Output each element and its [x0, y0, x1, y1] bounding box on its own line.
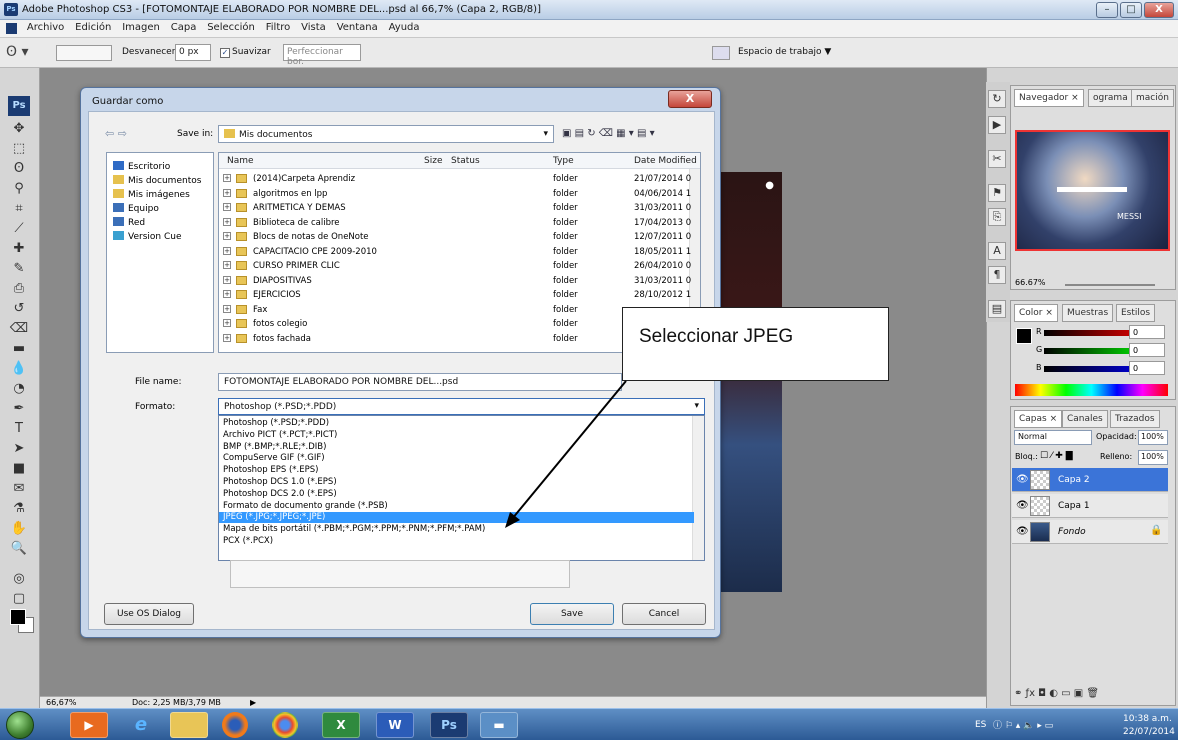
callout-arrow-layer	[505, 380, 627, 528]
image-viewer-icon[interactable]: ▬	[480, 712, 518, 738]
file-explorer-icon[interactable]	[170, 712, 208, 738]
word-icon[interactable]: W	[376, 712, 414, 738]
taskbar: ▶ e X W Ps ▬ ES ⓘ ⚐ ▴ 🔈 ▸ ▭ 10:38 a.m. 2…	[0, 708, 1178, 740]
firefox-icon[interactable]	[222, 712, 248, 738]
tray-icons[interactable]: ⓘ ⚐ ▴ 🔈 ▸ ▭	[993, 718, 1053, 731]
excel-icon[interactable]: X	[322, 712, 360, 738]
clock-date[interactable]: 22/07/2014	[1123, 727, 1175, 737]
photoshop-taskbar-button[interactable]: Ps	[430, 712, 468, 738]
language-indicator[interactable]: ES	[975, 720, 986, 730]
chrome-icon[interactable]	[272, 712, 298, 738]
callout-arrow-head	[505, 512, 520, 528]
callout-arrow-line	[511, 380, 627, 520]
internet-explorer-icon[interactable]: e	[122, 712, 160, 738]
start-button[interactable]	[6, 711, 34, 739]
clock-time[interactable]: 10:38 a.m.	[1123, 714, 1172, 724]
media-player-icon[interactable]: ▶	[70, 712, 108, 738]
system-tray: ES ⓘ ⚐ ▴ 🔈 ▸ ▭ 10:38 a.m. 22/07/2014	[975, 709, 1178, 740]
